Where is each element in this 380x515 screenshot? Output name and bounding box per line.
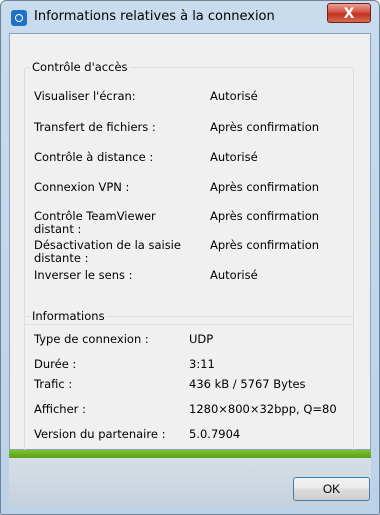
- window-title: Informations relatives à la connexion: [34, 9, 275, 24]
- info-label-traffic: Trafic :: [34, 377, 73, 391]
- info-label-duration: Durée :: [34, 357, 77, 371]
- teamviewer-app-icon: [11, 10, 27, 26]
- access-label-file-transfer: Transfert de fichiers :: [34, 120, 156, 134]
- access-value-remote-teamviewer: Après confirmation: [210, 209, 320, 223]
- info-value-duration: 3:11: [189, 357, 215, 371]
- access-value-view-screen: Autorisé: [210, 89, 258, 103]
- info-value-connection-type: UDP: [189, 332, 214, 346]
- dialog-content: Contrôle d'accès Visualiser l'écran: Aut…: [9, 33, 371, 452]
- access-control-legend: Contrôle d'accès: [32, 60, 128, 74]
- title-bar[interactable]: Informations relatives à la connexion X: [1, 1, 379, 33]
- dialog-footer: OK: [9, 458, 371, 506]
- status-bar-accent: [9, 450, 371, 458]
- access-label-view-screen: Visualiser l'écran:: [34, 89, 136, 103]
- info-label-connection-type: Type de connexion :: [34, 332, 149, 346]
- access-value-vpn: Après confirmation: [210, 180, 320, 194]
- access-value-remote-control: Autorisé: [210, 150, 258, 164]
- access-label-remote-control: Contrôle à distance :: [34, 150, 154, 164]
- info-label-display: Afficher :: [34, 402, 86, 416]
- dialog-window: Informations relatives à la connexion X …: [0, 0, 380, 515]
- info-value-partner-version: 5.0.7904: [189, 427, 241, 441]
- info-label-partner-version: Version du partenaire :: [34, 427, 166, 441]
- access-label-remote-teamviewer: Contrôle TeamViewer distant :: [34, 209, 156, 236]
- access-value-file-transfer: Après confirmation: [210, 120, 320, 134]
- access-value-disable-input: Après confirmation: [210, 238, 320, 252]
- info-value-display: 1280×800×32bpp, Q=80: [189, 402, 337, 416]
- ok-button[interactable]: OK: [293, 477, 370, 501]
- access-label-reverse-direction: Inverser le sens :: [34, 268, 133, 282]
- access-label-vpn: Connexion VPN :: [34, 180, 130, 194]
- informations-legend: Informations: [32, 309, 105, 323]
- info-value-traffic: 436 kB / 5767 Bytes: [189, 377, 306, 391]
- access-label-disable-input: Désactivation de la saisie distante :: [34, 238, 181, 265]
- close-button[interactable]: X: [327, 3, 371, 23]
- access-value-reverse-direction: Autorisé: [210, 268, 258, 282]
